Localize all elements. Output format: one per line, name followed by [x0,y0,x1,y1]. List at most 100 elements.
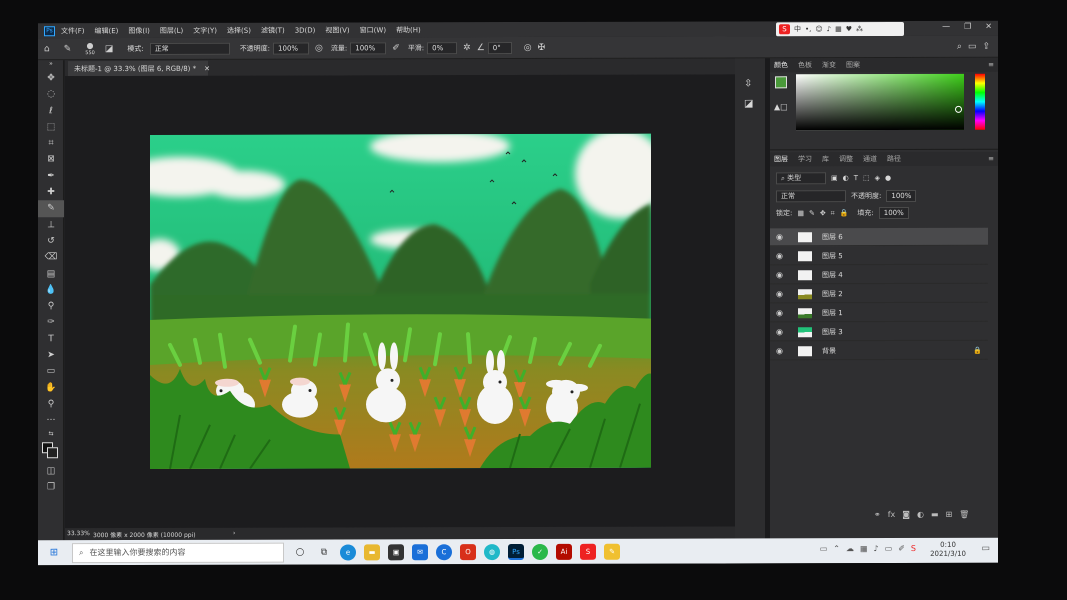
wechat-icon[interactable]: ✓ [532,543,548,560]
menu-3d[interactable]: 3D(D) [295,26,316,34]
filter-toggle-icon[interactable]: ● [885,174,891,182]
crop-tool-icon[interactable]: ⌗ [38,135,64,151]
healing-brush-tool-icon[interactable]: ✚ [38,184,64,200]
smoothing-options-icon[interactable]: ✲ [463,43,471,53]
collapse-icon[interactable]: » [38,60,64,70]
lasso-tool-icon[interactable]: ℓ [38,103,64,119]
dodge-tool-icon[interactable]: ⚲ [38,298,64,314]
ime-skin-icon[interactable]: ♥ [846,25,852,33]
new-layer-icon[interactable]: ⊞ [946,510,953,519]
eye-icon[interactable]: ◉ [776,327,788,336]
close-icon[interactable]: ✕ [985,22,992,31]
lock-artboard-icon[interactable]: ⌗ [831,209,835,218]
hue-slider[interactable] [975,73,985,130]
tab-color[interactable]: 颜色 [774,60,788,70]
menu-filter[interactable]: 滤镜(T) [261,25,285,35]
photoshop-taskbar-icon[interactable]: Ps [508,543,524,560]
symmetry-icon[interactable]: ✠ [538,42,546,52]
tray-pen-icon[interactable]: ✐ [898,544,905,553]
tab-gradients[interactable]: 渐变 [822,60,836,70]
store-icon[interactable]: ▣ [388,543,404,560]
menu-view[interactable]: 视图(V) [325,25,349,35]
search-icon[interactable]: ⌕ [957,41,962,51]
clone-stamp-tool-icon[interactable]: ⊥ [38,217,64,233]
taskbar-clock[interactable]: 0:10 2021/3/10 [930,541,966,559]
layer-row[interactable]: ◉ 图层 5 [770,246,988,266]
brush-tool-icon-active[interactable]: ✎ [38,200,64,217]
ime-keyboard-icon[interactable]: ▦ [835,25,842,33]
tray-wacom-icon[interactable]: ▭ [820,544,828,553]
menu-window[interactable]: 窗口(W) [360,25,386,35]
eye-icon[interactable]: ◉ [776,308,788,317]
new-group-icon[interactable]: ▬ [931,510,939,519]
tab-patterns[interactable]: 图案 [846,60,860,70]
ime-voice-icon[interactable]: ♪ [827,25,831,33]
eye-icon[interactable]: ◉ [776,289,788,298]
object-select-tool-icon[interactable]: ⬚ [38,119,64,135]
windows-start-icon[interactable]: ⊞ [44,543,64,563]
filter-pixel-icon[interactable]: ▣ [831,174,838,182]
layer-row[interactable]: ◉ 图层 4 [770,265,988,285]
status-arrow-icon[interactable]: › [233,530,235,537]
opacity-field[interactable]: 100% [273,42,310,55]
color-picker-cursor[interactable] [955,105,962,113]
filter-shape-icon[interactable]: ⬚ [863,174,870,182]
browser-icon[interactable]: C [436,543,452,560]
lock-transparent-icon[interactable]: ▦ [797,209,804,217]
menu-image[interactable]: 图像(I) [128,25,150,35]
ime-emoji-icon[interactable]: ☺ [815,25,822,33]
sogou-taskbar-icon[interactable]: S [580,543,596,560]
lock-all-icon[interactable]: 🔒 [840,209,849,217]
tray-ime-icon[interactable]: S [911,544,916,553]
pressure-size-icon[interactable]: ◎ [524,42,532,52]
link-layers-icon[interactable]: ⚭ [874,510,881,519]
layer-style-icon[interactable]: fx [888,510,896,519]
color-swatches-icon[interactable] [38,439,64,463]
move-tool-icon[interactable]: ✥ [38,70,64,86]
angle-field[interactable]: 0° [487,41,512,54]
tray-battery-icon[interactable]: ▭ [885,544,893,553]
home-icon[interactable]: ⌂ [44,44,50,54]
screen-mode-icon[interactable]: ❐ [38,479,64,495]
add-mask-icon[interactable]: ◙ [902,510,910,519]
menu-type[interactable]: 文字(Y) [193,25,217,35]
panel-menu-icon[interactable]: ≡ [988,155,994,163]
eraser-tool-icon[interactable]: ⌫ [38,249,64,265]
cortana-icon[interactable]: ○ [292,544,308,560]
adjustment-layer-icon[interactable]: ◐ [917,510,924,519]
layer-filter-dropdown[interactable]: ⌕ 类型 [776,172,826,185]
properties-panel-icon[interactable]: ◪ [744,98,753,109]
task-view-icon[interactable]: ⧉ [316,544,332,560]
layer-opacity-field[interactable]: 100% [886,189,917,203]
brush-preset-icon[interactable]: ● [87,41,94,50]
brush-settings-icon[interactable]: ◪ [105,44,114,54]
airbrush-icon[interactable]: ✐ [392,43,400,53]
color-picker-field[interactable] [796,73,964,131]
lock-position-icon[interactable]: ✥ [820,209,826,217]
hand-tool-icon[interactable]: ✋ [38,380,64,396]
brush-tool-icon[interactable]: ✎ [64,44,72,54]
artwork-canvas[interactable] [150,133,651,469]
blend-mode-dropdown[interactable]: 正常 [776,190,846,203]
notification-icon[interactable]: ▭ [981,544,990,554]
acrobat-icon[interactable]: Ai [556,543,572,560]
mode-dropdown[interactable]: 正常 [149,42,230,55]
ime-tools-icon[interactable]: ⁂ [856,25,863,33]
marquee-tool-icon[interactable]: ◌ [38,86,64,102]
lock-image-icon[interactable]: ✎ [809,209,815,217]
layer-row[interactable]: ◉ 图层 2 [770,284,988,304]
tab-swatches[interactable]: 色板 [798,60,812,70]
file-explorer-icon[interactable]: ▬ [364,543,380,560]
pen-app-icon[interactable]: ✎ [604,543,620,560]
tray-onedrive-icon[interactable]: ☁ [846,544,854,553]
layer-row[interactable]: ◉ 图层 6 [770,227,988,247]
ime-language-toggle[interactable]: 中 [794,24,801,34]
ime-toolbar[interactable]: S 中 •, ☺ ♪ ▦ ♥ ⁂ [776,21,904,37]
path-select-tool-icon[interactable]: ➤ [38,347,64,363]
tab-adjustments[interactable]: 调整 [839,154,853,164]
eyedropper-tool-icon[interactable]: ✒ [38,168,64,184]
minimize-icon[interactable]: — [942,22,950,31]
layer-row[interactable]: ◉ 图层 3 [770,322,988,342]
edge-icon[interactable]: e [340,543,356,560]
fill-field[interactable]: 100% [878,206,909,220]
